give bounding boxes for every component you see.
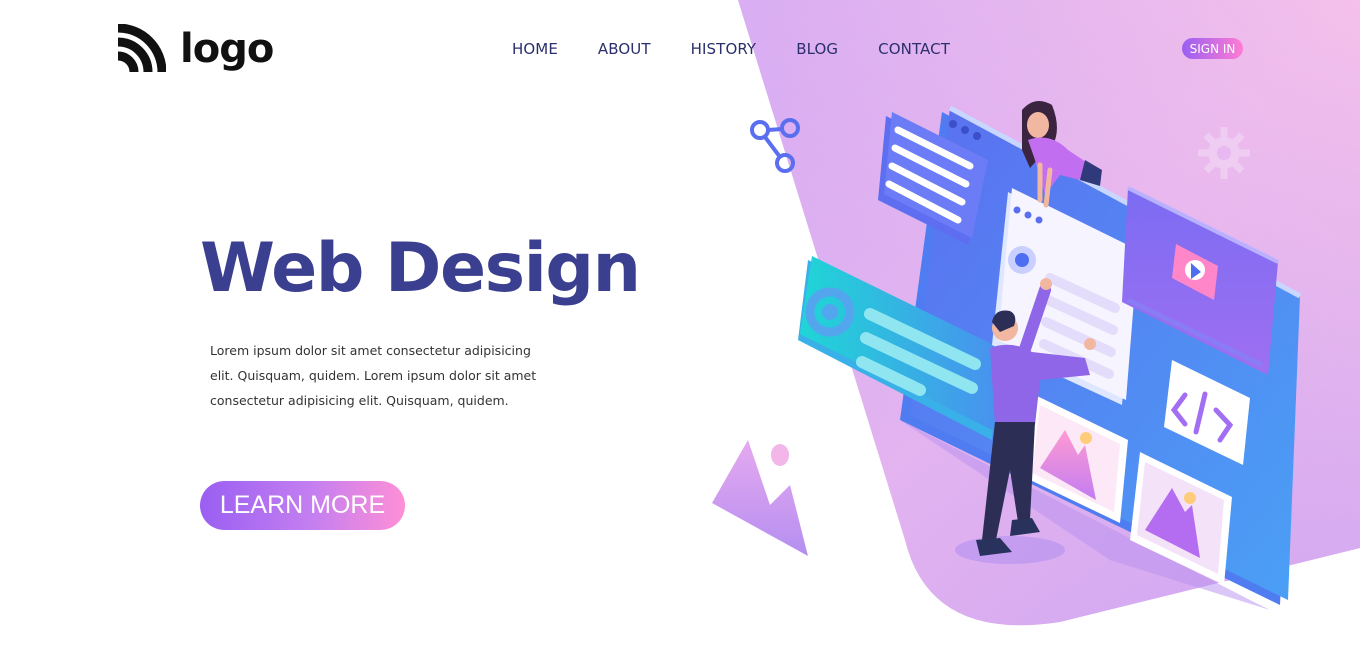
hero-title: Web Design <box>200 229 641 308</box>
sign-in-button[interactable]: SIGN IN <box>1182 38 1243 59</box>
web-design-illustration <box>712 101 1302 610</box>
signal-waves-icon <box>117 24 166 73</box>
nav-home[interactable]: HOME <box>512 39 558 59</box>
gear-icon <box>1198 127 1250 179</box>
main-nav: HOME ABOUT HISTORY BLOG CONTACT <box>512 39 990 59</box>
nav-history[interactable]: HISTORY <box>691 39 757 59</box>
link-nodes-icon <box>750 118 800 173</box>
logo[interactable]: logo <box>116 24 274 74</box>
hero-description: Lorem ipsum dolor sit amet consectetur a… <box>210 343 537 408</box>
triangle-shape <box>712 440 808 556</box>
nav-blog[interactable]: BLOG <box>796 39 838 59</box>
logo-text: logo <box>180 26 274 72</box>
nav-about[interactable]: ABOUT <box>598 39 651 59</box>
nav-contact[interactable]: CONTACT <box>878 39 950 59</box>
learn-more-button[interactable]: LEARN MORE <box>200 481 405 530</box>
